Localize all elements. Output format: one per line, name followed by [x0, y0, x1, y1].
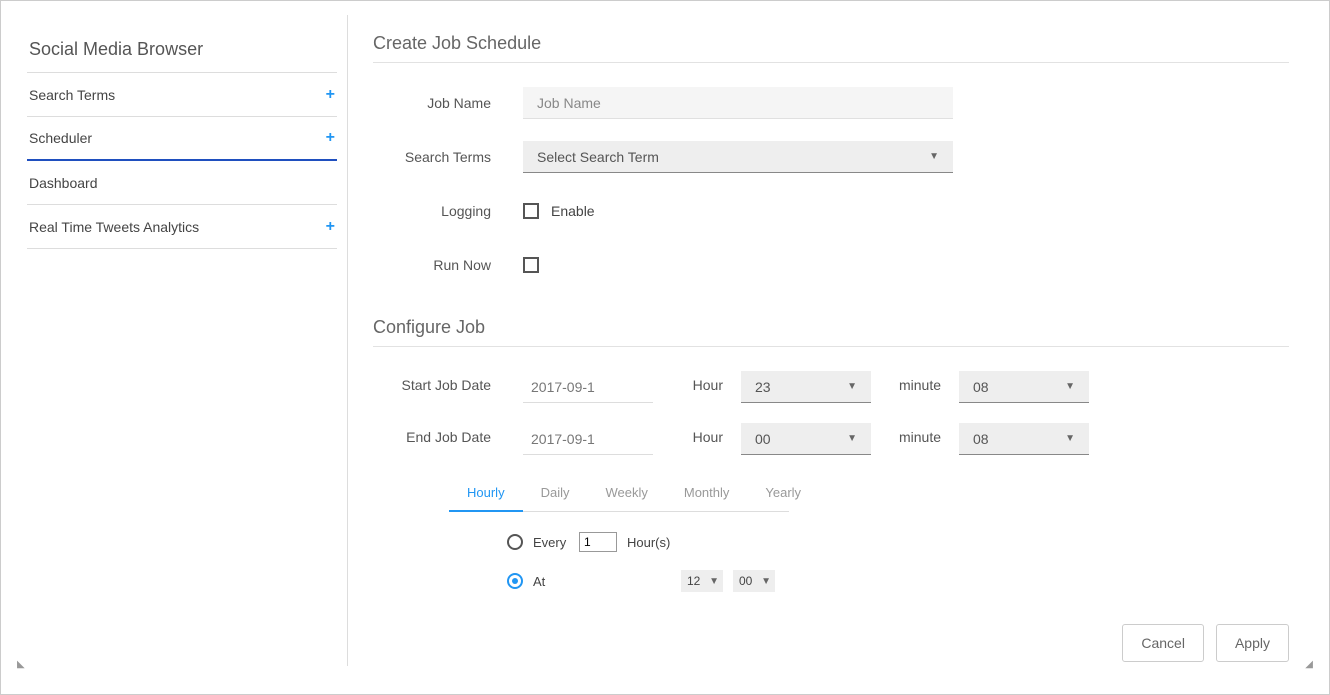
recur-every-input[interactable]: [579, 532, 617, 552]
plus-icon[interactable]: +: [326, 219, 335, 235]
tab-weekly[interactable]: Weekly: [587, 475, 665, 512]
chevron-down-icon: ▼: [1065, 381, 1075, 392]
start-hour-value: 23: [755, 379, 771, 395]
end-hour-value: 00: [755, 431, 771, 447]
chevron-down-icon: ▼: [761, 576, 771, 587]
start-hour-label: Hour: [653, 371, 741, 393]
end-hour-label: Hour: [653, 423, 741, 445]
section-title-configure: Configure Job: [373, 317, 1289, 347]
job-name-input[interactable]: [523, 87, 953, 119]
section-title-create: Create Job Schedule: [373, 33, 1289, 63]
recur-at-radio[interactable]: [507, 573, 523, 589]
start-date-label: Start Job Date: [373, 371, 523, 393]
end-minute-select[interactable]: 08 ▼: [959, 423, 1089, 455]
end-minute-value: 08: [973, 431, 989, 447]
plus-icon[interactable]: +: [326, 130, 335, 146]
recur-at-label: At: [533, 574, 569, 589]
search-terms-label: Search Terms: [373, 149, 523, 165]
end-hour-select[interactable]: 00 ▼: [741, 423, 871, 455]
run-now-label: Run Now: [373, 257, 523, 273]
logging-checkbox[interactable]: [523, 203, 539, 219]
sidebar-item-label: Search Terms: [29, 87, 115, 103]
end-date-label: End Job Date: [373, 423, 523, 445]
sidebar-item-search-terms[interactable]: Search Terms +: [27, 73, 337, 117]
run-now-checkbox[interactable]: [523, 257, 539, 273]
recurrence-tabs: Hourly Daily Weekly Monthly Yearly: [449, 475, 789, 512]
logging-label: Logging: [373, 203, 523, 219]
start-minute-select[interactable]: 08 ▼: [959, 371, 1089, 403]
recur-at-hour-value: 12: [687, 574, 700, 588]
sidebar-item-label: Real Time Tweets Analytics: [29, 219, 199, 235]
chevron-down-icon: ▼: [1065, 433, 1075, 444]
end-minute-label: minute: [871, 423, 959, 445]
recur-at-minute-select[interactable]: 00 ▼: [733, 570, 775, 592]
chevron-down-icon: ▼: [709, 576, 719, 587]
recur-every-radio[interactable]: [507, 534, 523, 550]
recur-at-hour-select[interactable]: 12 ▼: [681, 570, 723, 592]
plus-icon[interactable]: +: [326, 87, 335, 103]
tab-monthly[interactable]: Monthly: [666, 475, 748, 512]
job-name-label: Job Name: [373, 95, 523, 111]
apply-button[interactable]: Apply: [1216, 624, 1289, 662]
sidebar-item-label: Scheduler: [29, 130, 92, 146]
search-terms-value: Select Search Term: [537, 149, 659, 165]
tab-daily[interactable]: Daily: [523, 475, 588, 512]
logging-enable-label: Enable: [551, 203, 595, 219]
chevron-down-icon: ▼: [847, 381, 857, 392]
sidebar-item-dashboard[interactable]: Dashboard: [27, 161, 337, 205]
sidebar-item-realtime-tweets[interactable]: Real Time Tweets Analytics +: [27, 205, 337, 249]
start-minute-value: 08: [973, 379, 989, 395]
vertical-divider: [347, 15, 348, 666]
tab-hourly[interactable]: Hourly: [449, 475, 523, 512]
resize-handle-icon: ◣: [17, 659, 25, 670]
sidebar-title: Social Media Browser: [27, 33, 337, 73]
resize-handle-icon: ◢: [1305, 659, 1313, 670]
cancel-button[interactable]: Cancel: [1122, 624, 1204, 662]
tab-yearly[interactable]: Yearly: [747, 475, 819, 512]
search-terms-select[interactable]: Select Search Term ▼: [523, 141, 953, 173]
start-minute-label: minute: [871, 371, 959, 393]
sidebar-item-scheduler[interactable]: Scheduler +: [27, 117, 337, 161]
sidebar-item-label: Dashboard: [29, 175, 98, 191]
chevron-down-icon: ▼: [929, 151, 939, 162]
recur-every-unit: Hour(s): [627, 535, 670, 550]
chevron-down-icon: ▼: [847, 433, 857, 444]
recur-at-minute-value: 00: [739, 574, 752, 588]
start-date-input[interactable]: [523, 371, 653, 403]
start-hour-select[interactable]: 23 ▼: [741, 371, 871, 403]
recur-every-label: Every: [533, 535, 569, 550]
end-date-input[interactable]: [523, 423, 653, 455]
